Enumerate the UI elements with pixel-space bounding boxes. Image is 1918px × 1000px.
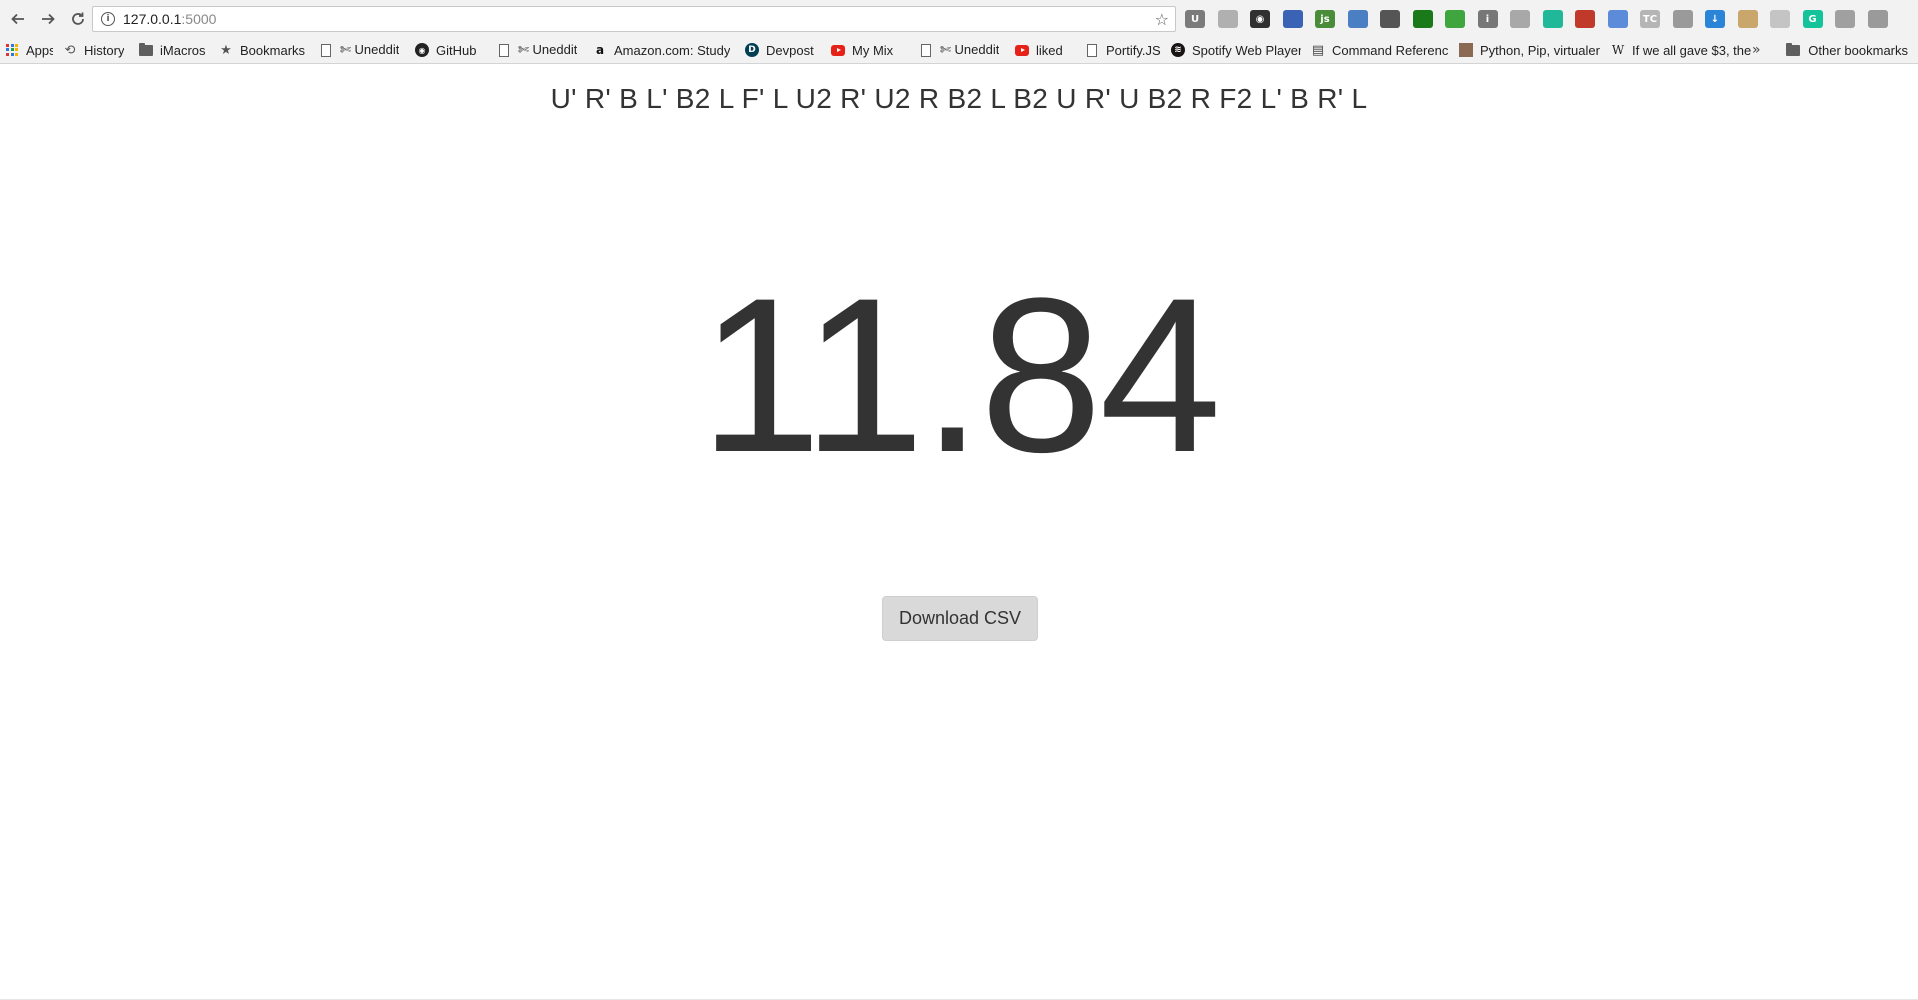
- chart-icon[interactable]: [1510, 10, 1530, 28]
- bookmark-label: Command Referenc: [1332, 42, 1449, 58]
- folder-icon: [1786, 42, 1801, 56]
- gray-square-icon[interactable]: [1770, 10, 1790, 28]
- github-icon: ◉: [415, 43, 429, 57]
- star-icon: ★: [220, 42, 232, 58]
- glasses-icon[interactable]: ◉: [1250, 10, 1270, 28]
- other-bookmarks[interactable]: Other bookmarks: [1786, 39, 1908, 61]
- forward-button[interactable]: [34, 5, 62, 33]
- bookmark-item[interactable]: ✄ Uneddit: [314, 39, 410, 61]
- page-icon: [1085, 43, 1099, 57]
- extension-icon[interactable]: [1217, 10, 1238, 28]
- bookmark-item[interactable]: Portify.JS: [1080, 39, 1166, 61]
- download-icon[interactable]: ↓: [1705, 10, 1725, 28]
- bookmark-label: ✄ Uneddit: [340, 42, 400, 57]
- tc-icon[interactable]: TC: [1640, 10, 1660, 28]
- bookmark-item[interactable]: D Devpost: [740, 39, 826, 61]
- bookmark-item[interactable]: ✄ Uneddit: [914, 39, 1010, 61]
- apps-grid-icon: [5, 43, 19, 57]
- url-host: 127.0.0.1: [123, 11, 182, 27]
- bookmark-item[interactable]: ✄ Uneddit: [492, 39, 588, 61]
- address-bar[interactable]: i 127.0.0.1:5000 ☆: [92, 6, 1176, 32]
- js-icon[interactable]: js: [1315, 10, 1335, 28]
- bookmarks-bar: Apps ⟲ History iMacros ★ Bookmarks ✄ Uneddit ◉ G…: [0, 37, 1918, 64]
- bookmark-label: iMacros: [160, 42, 206, 58]
- back-button[interactable]: [4, 5, 32, 33]
- bookmark-label: GitHub: [436, 42, 477, 58]
- bookmark-item[interactable]: ⟲ History: [58, 39, 134, 61]
- bookmark-label: History: [84, 42, 125, 58]
- page-icon: [497, 43, 511, 57]
- bookmark-label: ✄ Uneddit: [518, 42, 578, 57]
- grammar-icon[interactable]: [1542, 10, 1563, 28]
- avatar-icon: [1459, 43, 1473, 57]
- arrow-left-icon: [11, 13, 24, 24]
- youtube-icon: [1015, 43, 1029, 57]
- bookmark-item[interactable]: iMacros: [134, 39, 214, 61]
- wikipedia-icon: W: [1611, 43, 1625, 57]
- satellite-icon[interactable]: [1347, 10, 1368, 28]
- bookmark-item[interactable]: liked: [1010, 39, 1080, 61]
- bookmark-label: If we all gave $3, the: [1632, 42, 1752, 58]
- terminal-icon[interactable]: [1412, 10, 1433, 28]
- bookmark-label: ✄ Uneddit: [940, 42, 1000, 57]
- bookmark-label: Apps: [26, 42, 53, 58]
- other-bookmarks-label: Other bookmarks: [1808, 42, 1908, 58]
- bookmark-item[interactable]: a Amazon.com: Study: [588, 39, 740, 61]
- bookmark-label: liked: [1036, 42, 1063, 58]
- bookmark-item[interactable]: ≋ Spotify Web Player: [1166, 39, 1306, 61]
- page-content: U' R' B L' B2 L F' L U2 R' U2 R B2 L B2 …: [0, 65, 1918, 1000]
- bookmark-label: Amazon.com: Study: [614, 42, 731, 58]
- bookmark-item[interactable]: ▤ Command Referenc: [1306, 39, 1454, 61]
- reload-icon: [72, 12, 84, 25]
- feather-icon[interactable]: [1607, 10, 1628, 28]
- bookmark-item[interactable]: My Mix: [826, 39, 914, 61]
- page-icon: [319, 43, 333, 57]
- url-port: :5000: [181, 11, 217, 27]
- bookmark-item[interactable]: Apps: [0, 39, 58, 61]
- document-list-icon: ▤: [1311, 42, 1325, 58]
- bookmark-star-icon[interactable]: ☆: [1155, 10, 1169, 29]
- calendar-icon[interactable]: [1575, 10, 1595, 28]
- download-csv-button[interactable]: Download CSV: [882, 596, 1038, 641]
- globe-icon[interactable]: [1282, 10, 1303, 28]
- sync-icon[interactable]: [1835, 10, 1855, 28]
- bookmark-item[interactable]: ★ Bookmarks: [214, 39, 314, 61]
- shield-icon[interactable]: [1672, 10, 1693, 28]
- print-icon[interactable]: [1445, 10, 1465, 28]
- bookmark-label: Spotify Web Player: [1192, 42, 1301, 58]
- bookmark-label: Portify.JS: [1106, 42, 1161, 58]
- folder-icon: [139, 42, 153, 57]
- extension-icons: U ◉ js i TC ↓ G: [1185, 8, 1900, 30]
- history-icon: ⟲: [64, 42, 76, 58]
- bookmark-item[interactable]: Python, Pip, virtualer: [1454, 39, 1606, 61]
- arrow-right-icon: [42, 13, 55, 24]
- page-icon: [919, 43, 933, 57]
- bookmark-label: Devpost: [766, 42, 814, 58]
- spotify-icon: ≋: [1171, 43, 1185, 57]
- info-icon[interactable]: i: [1477, 10, 1498, 28]
- scramble-text: U' R' B L' B2 L F' L U2 R' U2 R B2 L B2 …: [550, 83, 1368, 114]
- amazon-icon: a: [595, 43, 605, 57]
- bookmark-label: Python, Pip, virtualer: [1480, 42, 1600, 58]
- site-info-icon[interactable]: i: [101, 12, 115, 26]
- bookmark-label: Bookmarks: [240, 42, 306, 58]
- reload-button[interactable]: [64, 5, 92, 33]
- grammarly-icon[interactable]: G: [1802, 10, 1823, 28]
- browser-toolbar: i 127.0.0.1:5000 ☆ U ◉ js i TC ↓ G: [0, 0, 1918, 37]
- bookmarks-overflow-chevron[interactable]: »: [1752, 42, 1761, 58]
- ublock-icon[interactable]: U: [1185, 10, 1205, 28]
- timer-display: 11.84: [699, 252, 1221, 498]
- bookmark-item[interactable]: ◉ GitHub: [410, 39, 492, 61]
- image-icon[interactable]: [1737, 10, 1758, 28]
- devpost-icon: D: [745, 43, 759, 57]
- bookmark-label: My Mix: [852, 42, 894, 58]
- camera-icon[interactable]: [1867, 10, 1888, 28]
- bookmark-item[interactable]: W If we all gave $3, the: [1606, 39, 1766, 61]
- circle-icon[interactable]: [1380, 10, 1400, 28]
- youtube-icon: [831, 43, 845, 57]
